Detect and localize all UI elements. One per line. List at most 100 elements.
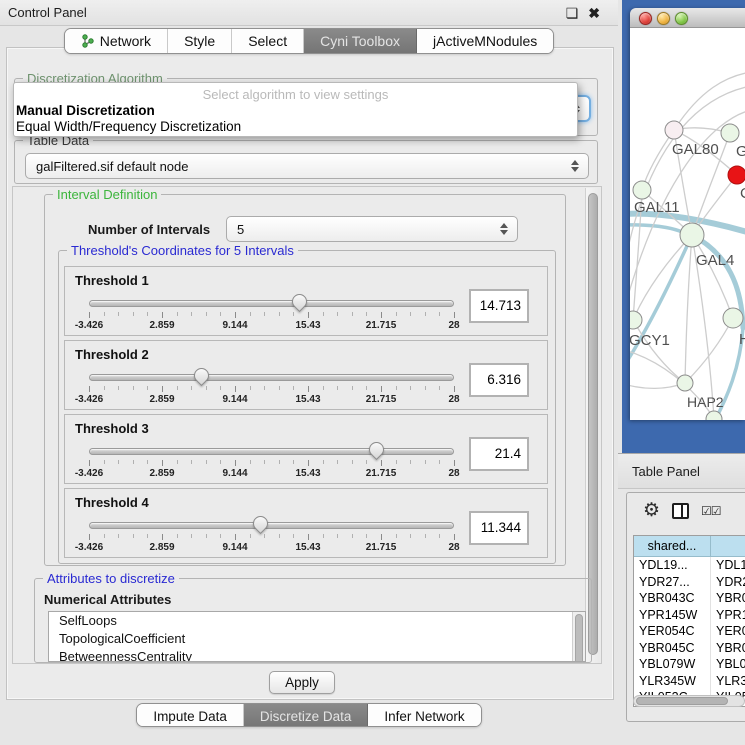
slider-ticks <box>89 460 454 467</box>
table-data-select[interactable]: galFiltered.sif default node <box>25 153 589 179</box>
table-row[interactable]: YDR27...YDR27 <box>634 574 745 591</box>
gear-icon[interactable]: ⚙ <box>643 502 660 520</box>
table-row[interactable]: YPR145WYPR145W <box>634 607 745 624</box>
minimize-traffic-light-icon[interactable] <box>657 12 670 25</box>
tab-label: Select <box>248 33 287 49</box>
tab-label: Infer Network <box>384 709 464 724</box>
network-node-GAL11[interactable] <box>633 181 651 199</box>
slider-track[interactable] <box>89 300 454 307</box>
column-header-1[interactable]: name <box>711 536 745 557</box>
network-edge[interactable] <box>642 130 674 190</box>
number-of-intervals-label: Number of Intervals <box>88 222 210 237</box>
network-node-label-GA: GA <box>736 143 745 160</box>
threshold-panel-2: Threshold 2-3.4262.8599.14415.4321.71528… <box>64 340 548 410</box>
zoom-traffic-light-icon[interactable] <box>675 12 688 25</box>
table-row[interactable]: YBL079WYBL079W <box>634 656 745 673</box>
network-graph[interactable]: GAL80GACGAL11GAL4GCY1HHAP2 <box>630 28 745 420</box>
numerical-attributes-label: Numerical Attributes <box>44 592 171 607</box>
columns-icon[interactable] <box>672 503 689 519</box>
threshold-label: Threshold 4 <box>75 495 149 510</box>
table-horizontal-scrollbar[interactable] <box>633 695 745 707</box>
threshold-panel-4: Threshold 4 -3.4262.8599.14415.4321.71528… <box>64 488 548 558</box>
tab-style[interactable]: Style <box>168 29 232 53</box>
threshold-label: Threshold 1 <box>75 273 149 288</box>
attribute-list-item[interactable]: TopologicalCoefficient <box>49 630 585 648</box>
threshold-value-field[interactable]: 11.344 <box>469 511 529 545</box>
network-node-label-C: C <box>740 185 745 202</box>
threshold-value-field[interactable]: 21.4 <box>469 437 529 471</box>
tab-jactivemnodules[interactable]: jActiveMNodules <box>417 29 553 53</box>
scrollbar-thumb[interactable] <box>636 697 728 705</box>
table-cell: YBR043C <box>711 590 745 607</box>
slider-knob[interactable] <box>289 291 310 312</box>
table-cell: YER054C <box>711 623 745 640</box>
network-edge[interactable] <box>685 235 692 383</box>
network-node-label-GAL11: GAL11 <box>634 199 680 216</box>
table-row[interactable]: YBR043CYBR043C <box>634 590 745 607</box>
network-node-HAP2[interactable] <box>677 375 693 391</box>
algorithm-option-1[interactable]: Equal Width/Frequency Discretization <box>14 118 577 134</box>
tab-label: Impute Data <box>153 709 227 724</box>
tab-cyni-toolbox[interactable]: Cyni Toolbox <box>304 29 417 53</box>
attributes-group-title: Attributes to discretize <box>43 571 179 586</box>
threshold-value-field[interactable]: 14.713 <box>469 289 529 323</box>
slider-knob[interactable] <box>366 439 387 460</box>
table-cell: YDL19... <box>634 557 711 574</box>
number-of-intervals-select[interactable]: 5 <box>226 216 518 242</box>
table-row[interactable]: YER054CYER054C <box>634 623 745 640</box>
network-node-GAL4[interactable] <box>680 223 704 247</box>
slider-knob[interactable] <box>191 365 212 386</box>
interval-definition-title: Interval Definition <box>53 187 161 202</box>
bottom-tab-discretize-data[interactable]: Discretize Data <box>244 704 369 727</box>
network-node-GAL80[interactable] <box>665 121 683 139</box>
network-node-GA[interactable] <box>721 124 739 142</box>
network-edge[interactable] <box>633 235 692 320</box>
bottom-tab-impute-data[interactable]: Impute Data <box>137 704 244 727</box>
network-node-GCY1[interactable] <box>630 311 642 329</box>
network-node-label-HAP2: HAP2 <box>687 394 724 410</box>
table-row[interactable]: YLR345WYLR345W <box>634 673 745 690</box>
slider-tick-labels: -3.4262.8599.14415.4321.71528 <box>89 320 454 332</box>
threshold-value-field[interactable]: 6.316 <box>469 363 529 397</box>
close-traffic-light-icon[interactable] <box>639 12 652 25</box>
network-canvas[interactable]: GAL80GACGAL11GAL4GCY1HHAP2 <box>630 28 745 420</box>
control-panel-tabbar: NetworkStyle Select Cyni Toolbox jActiveMNo… <box>0 28 618 54</box>
table-row[interactable]: YDL19...YDL19 <box>634 557 745 574</box>
network-node-label-H: H <box>739 331 745 348</box>
tab-label: jActiveMNodules <box>433 33 537 49</box>
apply-button[interactable]: Apply <box>269 671 335 694</box>
network-window[interactable]: GAL80GACGAL11GAL4GCY1HHAP2 <box>630 8 745 420</box>
table-cell: YER054C <box>634 623 711 640</box>
close-window-icon[interactable]: ✖ <box>588 4 600 22</box>
thresholds-group-title: Threshold's Coordinates for 5 Intervals <box>67 243 298 258</box>
float-window-icon[interactable]: ❏ <box>566 4 579 22</box>
attribute-list-item[interactable]: BetweennessCentrality <box>49 648 585 662</box>
network-node-C[interactable] <box>728 166 745 184</box>
number-of-intervals-value: 5 <box>237 222 244 237</box>
column-header-0[interactable]: shared... <box>634 536 711 557</box>
table-cell: YLR345W <box>634 673 711 690</box>
scrollbar-thumb[interactable] <box>575 614 583 662</box>
network-window-titlebar[interactable] <box>630 8 745 28</box>
attributes-list-scrollbar[interactable] <box>572 612 585 661</box>
node-table[interactable]: shared...nameYDL19...YDL19YDR27...YDR27Y… <box>633 535 745 707</box>
slider-tick-labels: -3.4262.8599.14415.4321.71528 <box>89 542 454 554</box>
network-edge[interactable] <box>674 72 745 130</box>
slider-track[interactable] <box>89 448 454 455</box>
table-data-group: Table Data galFiltered.sif default node <box>14 140 598 184</box>
table-row[interactable]: YBR045CYBR045C <box>634 640 745 657</box>
bottom-tab-infer-network[interactable]: Infer Network <box>368 704 480 727</box>
tab-network[interactable]: Network <box>65 29 168 53</box>
attribute-list-item[interactable]: SelfLoops <box>49 612 585 630</box>
slider-knob[interactable] <box>249 513 270 534</box>
network-edge[interactable] <box>685 318 733 383</box>
select-columns-checkboxes-icon[interactable]: ☑☑ <box>701 504 721 518</box>
network-edge[interactable] <box>633 320 685 383</box>
tab-select[interactable]: Select <box>232 29 304 53</box>
slider-track[interactable] <box>89 522 454 529</box>
network-node-H[interactable] <box>723 308 743 328</box>
algorithm-option-0[interactable]: Manual Discretization <box>14 102 577 118</box>
numerical-attributes-list[interactable]: SelfLoopsTopologicalCoefficientBetweenne… <box>48 611 586 662</box>
slider-track[interactable] <box>89 374 454 381</box>
tab-label: Cyni Toolbox <box>320 33 400 49</box>
